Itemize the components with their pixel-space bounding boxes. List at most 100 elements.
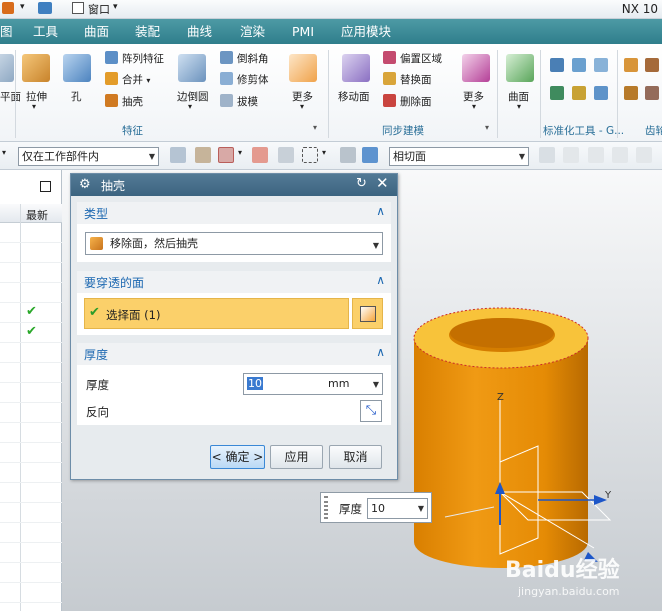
collapse-caret-icon[interactable]: ∧ bbox=[376, 345, 385, 359]
list-item[interactable] bbox=[0, 363, 62, 383]
list-item[interactable] bbox=[0, 523, 62, 543]
list-item[interactable] bbox=[0, 243, 62, 263]
chamfer-button[interactable]: 倒斜角 bbox=[220, 50, 269, 68]
thickness-field[interactable]: 10 mm ▼ bbox=[243, 373, 383, 395]
more-features-icon[interactable] bbox=[289, 54, 317, 82]
rectangle-select-dropdown-icon[interactable]: ▾ bbox=[322, 148, 326, 157]
menu-item-surface[interactable]: 曲面 bbox=[84, 19, 109, 44]
point-grid-icon[interactable] bbox=[563, 147, 579, 163]
line-2-icon[interactable] bbox=[612, 147, 628, 163]
point-on-curve-icon[interactable] bbox=[252, 147, 268, 163]
type-section-header[interactable]: 类型 ∧ bbox=[77, 202, 391, 224]
reverse-direction-button[interactable]: ⤡ bbox=[360, 400, 382, 422]
offset-region-button[interactable]: 偏置区域 bbox=[383, 50, 442, 68]
move-face-icon[interactable] bbox=[342, 54, 370, 82]
more-sync-icon[interactable] bbox=[462, 54, 490, 82]
close-icon[interactable]: ✕ bbox=[376, 174, 389, 192]
dialog-title-bar[interactable]: ⚙ 抽壳 ↻ ✕ bbox=[71, 174, 397, 196]
drag-handle-icon[interactable] bbox=[324, 496, 328, 519]
std-tool-3-icon[interactable] bbox=[594, 58, 608, 72]
select-face-button[interactable] bbox=[352, 298, 383, 329]
cylinder-body[interactable] bbox=[414, 338, 588, 568]
gear-tool-4-icon[interactable] bbox=[645, 86, 659, 100]
gear-tool-2-icon[interactable] bbox=[624, 86, 638, 100]
general-select-icon[interactable] bbox=[195, 147, 211, 163]
menu-item-view[interactable]: 图 bbox=[0, 19, 13, 44]
list-item[interactable] bbox=[0, 483, 62, 503]
select-body-icon[interactable] bbox=[362, 147, 378, 163]
surface-dropdown-icon[interactable]: ▾ bbox=[517, 102, 521, 111]
ok-button[interactable]: < 确定 > bbox=[210, 445, 265, 469]
apply-button[interactable]: 应用 bbox=[270, 445, 323, 469]
shell-button[interactable]: 抽壳 bbox=[105, 93, 143, 111]
std-tool-6-icon[interactable] bbox=[594, 86, 608, 100]
list-item[interactable] bbox=[0, 223, 62, 243]
list-item[interactable] bbox=[0, 263, 62, 283]
move-face-button[interactable]: 移动面 bbox=[338, 89, 370, 104]
hole-icon[interactable] bbox=[63, 54, 91, 82]
draft-button[interactable]: 拔模 bbox=[220, 93, 258, 111]
maximize-icon[interactable] bbox=[40, 181, 51, 192]
select-face-row[interactable]: ✔ 选择面 (1) bbox=[84, 298, 349, 329]
snap-dropdown-icon[interactable]: ▾ bbox=[238, 148, 242, 157]
list-item[interactable]: ✔ bbox=[0, 303, 62, 323]
list-item[interactable] bbox=[0, 443, 62, 463]
menu-item-tools[interactable]: 工具 bbox=[33, 19, 58, 44]
line-icon[interactable] bbox=[588, 147, 604, 163]
shell-type-combo[interactable]: 移除面，然后抽壳 ▼ bbox=[85, 232, 383, 255]
type-filter-dropdown-icon[interactable]: ▾ bbox=[2, 148, 6, 157]
edge-blend-button[interactable]: 边倒圆 bbox=[177, 89, 209, 104]
list-item[interactable] bbox=[0, 283, 62, 303]
collapse-caret-icon[interactable]: ∧ bbox=[376, 204, 385, 218]
more-sync-dropdown-icon[interactable]: ▾ bbox=[472, 102, 476, 111]
pattern-feature-button[interactable]: 阵列特征 bbox=[105, 50, 164, 68]
std-tool-1-icon[interactable] bbox=[550, 58, 564, 72]
rectangle-select-icon[interactable] bbox=[302, 147, 318, 163]
thickness-section-header[interactable]: 厚度 ∧ bbox=[77, 343, 391, 365]
list-item[interactable] bbox=[0, 463, 62, 483]
list-item[interactable] bbox=[0, 543, 62, 563]
sync-group-expand-icon[interactable]: ▾ bbox=[485, 123, 489, 132]
arrow-right-icon[interactable] bbox=[539, 147, 555, 163]
datum-plane-icon[interactable] bbox=[0, 54, 14, 82]
unite-button[interactable]: 合并 ▾ bbox=[105, 71, 150, 89]
select-feature-icon[interactable] bbox=[170, 147, 186, 163]
dropdown-arrow-icon[interactable]: ▾ bbox=[20, 2, 25, 12]
edge-blend-dropdown-icon[interactable]: ▾ bbox=[188, 102, 192, 111]
column-latest[interactable]: 最新 bbox=[26, 207, 48, 223]
list-item[interactable] bbox=[0, 383, 62, 403]
intersection-icon[interactable] bbox=[278, 147, 294, 163]
gear-icon[interactable]: ⚙ bbox=[79, 177, 91, 192]
list-item[interactable] bbox=[0, 563, 62, 583]
window-menu[interactable]: 窗口 bbox=[88, 1, 110, 17]
list-item[interactable] bbox=[0, 423, 62, 443]
selection-scope-combo[interactable]: 仅在工作部件内 ▼ bbox=[18, 147, 159, 166]
extrude-button[interactable]: 拉伸 bbox=[26, 89, 47, 104]
menu-item-application[interactable]: 应用模块 bbox=[341, 19, 391, 44]
delete-face-button[interactable]: 删除面 bbox=[383, 93, 432, 111]
hole-button[interactable]: 孔 bbox=[71, 89, 82, 104]
menu-item-render[interactable]: 渲染 bbox=[240, 19, 265, 44]
more-features-dropdown-icon[interactable]: ▾ bbox=[300, 102, 304, 111]
edge-blend-icon[interactable] bbox=[178, 54, 206, 82]
gear-tool-1-icon[interactable] bbox=[624, 58, 638, 72]
collapse-caret-icon[interactable]: ∧ bbox=[376, 273, 385, 287]
list-item[interactable] bbox=[0, 503, 62, 523]
list-item[interactable] bbox=[0, 583, 62, 603]
menu-item-pmi[interactable]: PMI bbox=[292, 19, 314, 44]
face-rule-combo[interactable]: 相切面 ▼ bbox=[389, 147, 529, 166]
snap-point-icon[interactable] bbox=[218, 147, 234, 163]
trim-body-button[interactable]: 修剪体 bbox=[220, 71, 269, 89]
thickness-screen-input[interactable]: 厚度 10 ▼ bbox=[320, 492, 432, 523]
cancel-button[interactable]: 取消 bbox=[329, 445, 382, 469]
replace-face-button[interactable]: 替换面 bbox=[383, 71, 432, 89]
reset-icon[interactable]: ↻ bbox=[356, 176, 367, 191]
curve-icon[interactable] bbox=[636, 147, 652, 163]
select-face-icon[interactable] bbox=[340, 147, 356, 163]
std-tool-2-icon[interactable] bbox=[572, 58, 586, 72]
list-item[interactable] bbox=[0, 343, 62, 363]
faces-section-header[interactable]: 要穿透的面 ∧ bbox=[77, 271, 391, 293]
window-dropdown-icon[interactable]: ▾ bbox=[113, 2, 118, 12]
extrude-icon[interactable] bbox=[22, 54, 50, 82]
gear-tool-3-icon[interactable] bbox=[645, 58, 659, 72]
